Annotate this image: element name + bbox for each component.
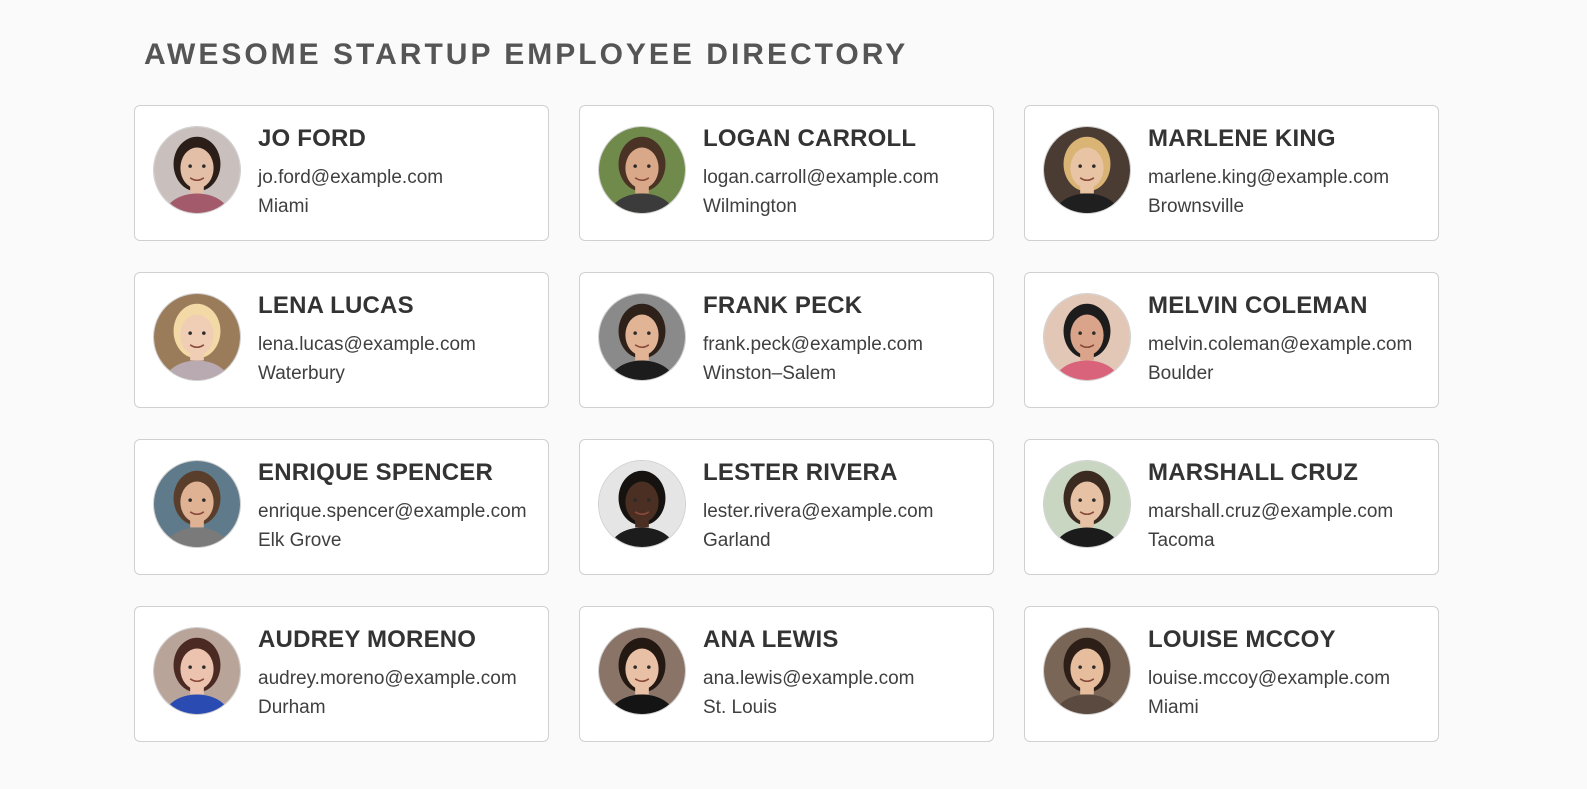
employee-city: Miami: [1148, 697, 1199, 718]
employee-email: lester.rivera@example.com: [703, 501, 934, 522]
employee-card[interactable]: JO FORD jo.ford@example.com Miami: [134, 105, 549, 241]
employee-city: Boulder: [1148, 363, 1214, 384]
employee-name: MELVIN COLEMAN: [1148, 292, 1368, 319]
employee-name: LENA LUCAS: [258, 292, 414, 319]
employee-email: louise.mccoy@example.com: [1148, 668, 1391, 689]
employee-info: MARSHALL CRUZ marshall.cruz@example.com Ta…: [1148, 457, 1430, 555]
employee-info: ANA LEWIS ana.lewis@example.com St. Louis: [703, 624, 985, 722]
employee-info: ENRIQUE SPENCER enrique.spencer@example.c…: [258, 457, 540, 555]
employee-avatar: [598, 460, 686, 548]
employee-city: Winston–Salem: [703, 363, 837, 384]
employee-name: ENRIQUE SPENCER: [258, 459, 494, 486]
page-title: AWESOME STARTUP EMPLOYEE DIRECTORY: [144, 38, 909, 71]
employee-avatar: [1043, 627, 1131, 715]
employee-email: marshall.cruz@example.com: [1148, 501, 1394, 522]
employee-name: LOUISE MCCOY: [1148, 626, 1336, 653]
employee-city: Tacoma: [1148, 530, 1215, 551]
employee-info: LENA LUCAS lena.lucas@example.com Waterbur…: [258, 290, 540, 388]
employee-city: Brownsville: [1148, 196, 1245, 217]
employee-email: lena.lucas@example.com: [258, 334, 476, 355]
employee-city: Waterbury: [258, 363, 345, 384]
employee-card[interactable]: LENA LUCAS lena.lucas@example.com Waterbur…: [134, 272, 549, 408]
employee-email: audrey.moreno@example.com: [258, 668, 517, 689]
employee-info: LOUISE MCCOY louise.mccoy@example.com Miam…: [1148, 624, 1430, 722]
employee-avatar: [598, 293, 686, 381]
employee-card[interactable]: MARSHALL CRUZ marshall.cruz@example.com Ta…: [1024, 439, 1439, 575]
employee-card[interactable]: ENRIQUE SPENCER enrique.spencer@example.c…: [134, 439, 549, 575]
employee-name: MARLENE KING: [1148, 125, 1336, 152]
employee-card[interactable]: FRANK PECK frank.peck@example.com Winston–…: [579, 272, 994, 408]
employee-email: frank.peck@example.com: [703, 334, 923, 355]
employee-name: FRANK PECK: [703, 292, 863, 319]
employee-card[interactable]: AUDREY MORENO audrey.moreno@example.com Du…: [134, 606, 549, 742]
employee-name: ANA LEWIS: [703, 626, 839, 653]
employee-email: marlene.king@example.com: [1148, 167, 1390, 188]
employee-city: Garland: [703, 530, 771, 551]
employee-city: St. Louis: [703, 697, 777, 718]
employee-card[interactable]: MARLENE KING marlene.king@example.com Brow…: [1024, 105, 1439, 241]
employee-city: Durham: [258, 697, 326, 718]
employee-avatar: [153, 460, 241, 548]
employee-name: LESTER RIVERA: [703, 459, 898, 486]
employee-avatar: [153, 293, 241, 381]
employee-info: LOGAN CARROLL logan.carroll@example.com Wi…: [703, 123, 985, 221]
employee-card[interactable]: LOUISE MCCOY louise.mccoy@example.com Miam…: [1024, 606, 1439, 742]
employee-card[interactable]: ANA LEWIS ana.lewis@example.com St. Louis: [579, 606, 994, 742]
employee-city: Miami: [258, 196, 309, 217]
employee-email: melvin.coleman@example.com: [1148, 334, 1413, 355]
employee-info: MARLENE KING marlene.king@example.com Brow…: [1148, 123, 1430, 221]
employee-name: MARSHALL CRUZ: [1148, 459, 1359, 486]
employee-avatar: [153, 126, 241, 214]
employee-info: MELVIN COLEMAN melvin.coleman@example.com…: [1148, 290, 1430, 388]
employee-email: enrique.spencer@example.com: [258, 501, 527, 522]
employee-info: JO FORD jo.ford@example.com Miami: [258, 123, 540, 221]
employee-email: logan.carroll@example.com: [703, 167, 939, 188]
employee-avatar: [598, 627, 686, 715]
employee-grid: JO FORD jo.ford@example.com Miami LOGAN CAR…: [134, 105, 1439, 742]
employee-card[interactable]: LOGAN CARROLL logan.carroll@example.com Wi…: [579, 105, 994, 241]
employee-card[interactable]: LESTER RIVERA lester.rivera@example.com Ga…: [579, 439, 994, 575]
employee-info: LESTER RIVERA lester.rivera@example.com Ga…: [703, 457, 985, 555]
employee-name: JO FORD: [258, 125, 367, 152]
employee-avatar: [598, 126, 686, 214]
employee-name: AUDREY MORENO: [258, 626, 477, 653]
employee-name: LOGAN CARROLL: [703, 125, 917, 152]
employee-avatar: [153, 627, 241, 715]
employee-email: ana.lewis@example.com: [703, 668, 915, 689]
employee-avatar: [1043, 460, 1131, 548]
employee-info: AUDREY MORENO audrey.moreno@example.com Du…: [258, 624, 540, 722]
employee-avatar: [1043, 293, 1131, 381]
employee-email: jo.ford@example.com: [258, 167, 444, 188]
employee-card[interactable]: MELVIN COLEMAN melvin.coleman@example.com…: [1024, 272, 1439, 408]
employee-avatar: [1043, 126, 1131, 214]
employee-info: FRANK PECK frank.peck@example.com Winston–…: [703, 290, 985, 388]
employee-city: Wilmington: [703, 196, 797, 217]
employee-city: Elk Grove: [258, 530, 342, 551]
